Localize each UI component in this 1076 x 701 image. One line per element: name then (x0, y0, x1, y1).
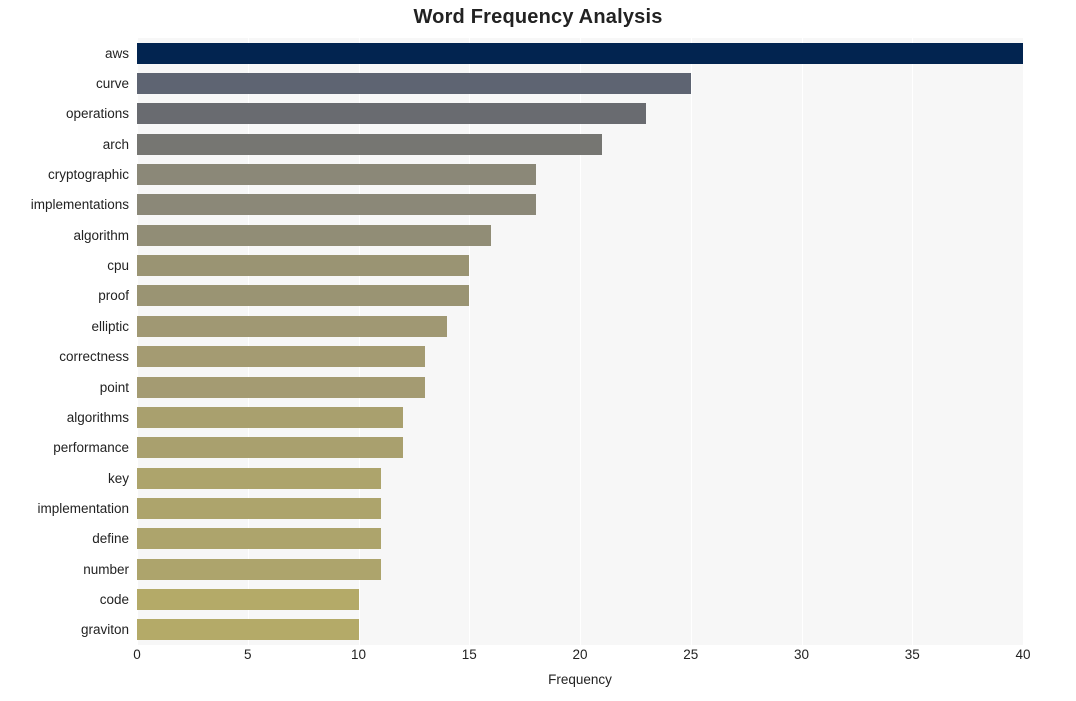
bar-performance[interactable] (137, 437, 403, 459)
bar-algorithms[interactable] (137, 406, 403, 428)
y-axis-label-code: code (99, 591, 129, 607)
gridline (247, 38, 249, 645)
bar-cryptographic[interactable] (137, 164, 536, 186)
bar-key[interactable] (137, 467, 381, 489)
bar-cpu[interactable] (137, 255, 470, 277)
y-axis-label-define: define (92, 531, 129, 547)
y-axis-label-operations: operations (65, 106, 129, 122)
x-axis-tick-15: 15 (461, 647, 477, 662)
bar-row (137, 73, 1023, 95)
bar-number[interactable] (137, 558, 381, 580)
bar-proof[interactable] (137, 285, 470, 307)
bar-row (137, 42, 1023, 64)
x-axis-title: Frequency (548, 672, 612, 687)
bar-row (137, 437, 1023, 459)
x-axis-ticks: 0 5 10 15 20 25 30 35 40 (0, 647, 1076, 669)
x-axis-tick-30: 30 (793, 647, 810, 662)
y-axis-label-point: point (99, 379, 129, 395)
bar-row (137, 497, 1023, 519)
bar-row (137, 558, 1023, 580)
gridline (1023, 38, 1024, 645)
x-axis-tick-0: 0 (133, 647, 141, 662)
bar-row (137, 285, 1023, 307)
y-axis-label-implementations: implementations (30, 197, 129, 213)
y-axis-label-key: key (107, 470, 129, 486)
bar-row (137, 255, 1023, 277)
y-axis-label-aws: aws (104, 45, 129, 61)
bar-algorithm[interactable] (137, 224, 492, 246)
y-axis-label-algorithm: algorithm (73, 227, 129, 243)
y-axis-label-correctness: correctness (59, 349, 129, 365)
y-axis-label-performance: performance (53, 440, 129, 456)
bar-operations[interactable] (137, 103, 647, 125)
y-axis-label-number: number (83, 561, 129, 577)
plot-area (137, 38, 1024, 645)
bar-define[interactable] (137, 528, 381, 550)
y-axis-label-implementation: implementation (37, 500, 129, 516)
x-axis-tick-5: 5 (243, 647, 252, 662)
bar-elliptic[interactable] (137, 315, 448, 337)
y-axis-label-proof: proof (98, 288, 129, 304)
bar-arch[interactable] (137, 133, 603, 155)
x-axis-tick-35: 35 (904, 647, 920, 662)
chart-title: Word Frequency Analysis (413, 6, 663, 28)
gridline (137, 38, 138, 645)
bar-row (137, 528, 1023, 550)
bar-row (137, 164, 1023, 186)
gridline (469, 38, 471, 645)
gridline (358, 38, 360, 645)
y-axis-label-arch: arch (102, 136, 129, 152)
bar-row (137, 133, 1023, 155)
x-axis-tick-40: 40 (1015, 647, 1031, 662)
word-frequency-chart: Word Frequency Analysis aws curve operatio… (0, 0, 1076, 701)
x-axis-tick-25: 25 (683, 647, 699, 662)
bar-correctness[interactable] (137, 346, 425, 368)
y-axis-label-elliptic: elliptic (91, 318, 129, 334)
gridline (690, 38, 692, 645)
bar-aws[interactable] (137, 42, 1023, 64)
bar-row (137, 406, 1023, 428)
x-axis-tick-10: 10 (350, 647, 367, 662)
bar-curve[interactable] (137, 73, 691, 95)
y-axis-label-graviton: graviton (80, 622, 129, 638)
y-axis-label-cpu: cpu (107, 258, 129, 274)
bar-row (137, 588, 1023, 610)
bar-row (137, 619, 1023, 641)
bar-row (137, 194, 1023, 216)
y-axis-label-cryptographic: cryptographic (47, 167, 129, 183)
bar-code[interactable] (137, 588, 359, 610)
bar-row (137, 376, 1023, 398)
gridline (580, 38, 581, 645)
bar-row (137, 346, 1023, 368)
bar-point[interactable] (137, 376, 425, 398)
bar-implementation[interactable] (137, 497, 381, 519)
bar-implementations[interactable] (137, 194, 536, 216)
x-axis-tick-20: 20 (572, 647, 588, 662)
y-axis-label-algorithms: algorithms (66, 409, 129, 425)
bar-row (137, 224, 1023, 246)
gridline (912, 38, 914, 645)
bar-row (137, 103, 1023, 125)
gridline (801, 38, 803, 645)
bar-graviton[interactable] (137, 619, 359, 641)
bar-row (137, 315, 1023, 337)
bar-row (137, 467, 1023, 489)
y-axis-label-curve: curve (95, 76, 129, 92)
y-axis-labels: aws curve operations arch cryptographic imple… (0, 38, 129, 645)
